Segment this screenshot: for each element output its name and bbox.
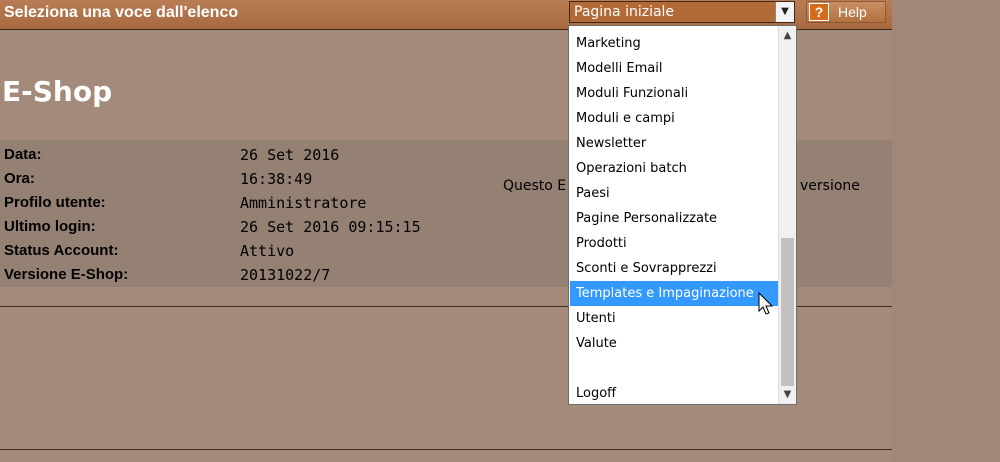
right-margin (892, 0, 1000, 462)
scroll-thumb[interactable] (781, 238, 794, 386)
info-row-account-status: Status Account: Attivo (0, 238, 500, 262)
info-value: 26 Set 2016 09:15:15 (240, 218, 421, 236)
info-value: 20131022/7 (240, 266, 331, 284)
chevron-down-icon[interactable]: ▼ (775, 2, 794, 22)
dropdown-item-discounts[interactable]: Sconti e Sovrapprezzi (570, 256, 778, 281)
info-row-last-login: Ultimo login: 26 Set 2016 09:15:15 (0, 214, 500, 238)
mouse-cursor-icon (758, 292, 774, 315)
info-row-time: Ora: 16:38:49 (0, 166, 500, 190)
dropdown-item-functional-modules[interactable]: Moduli Funzionali (570, 81, 778, 106)
info-label: Ultimo login: (4, 218, 96, 235)
question-mark-icon: ? (809, 3, 829, 21)
info-row-date: Data: 26 Set 2016 (0, 142, 500, 166)
info-value: Attivo (240, 242, 295, 260)
topbar-title: Seleziona una voce dall'elenco (4, 4, 239, 21)
info-value: 16:38:49 (240, 170, 313, 188)
page-select-value: Pagina iniziale (574, 4, 675, 20)
info-label: Ora: (4, 170, 35, 187)
scroll-up-arrow-icon[interactable]: ▲ (779, 27, 796, 44)
info-label: Status Account: (4, 242, 119, 259)
dropdown-item-blank[interactable] (570, 356, 778, 381)
page-select-dropdown[interactable]: Marketing Modelli Email Moduli Funzional… (568, 25, 797, 405)
info-label: Data: (4, 146, 42, 163)
page-title: E-Shop (2, 75, 113, 108)
dropdown-item-modules-fields[interactable]: Moduli e campi (570, 106, 778, 131)
dropdown-item-newsletter[interactable]: Newsletter (570, 131, 778, 156)
dropdown-item-email-templates[interactable]: Modelli Email (570, 56, 778, 81)
dropdown-item-users[interactable]: Utenti (570, 306, 778, 331)
help-label: Help (838, 4, 867, 20)
page-select[interactable]: Pagina iniziale ▼ (569, 1, 795, 23)
dropdown-item-custom-pages[interactable]: Pagine Personalizzate (570, 206, 778, 231)
dropdown-item-marketing[interactable]: Marketing (570, 31, 778, 56)
dropdown-item-batch-operations[interactable]: Operazioni batch (570, 156, 778, 181)
info-message-start: Questo E (503, 178, 567, 194)
dropdown-item-templates[interactable]: Templates e Impaginazione (570, 281, 778, 306)
divider (0, 449, 892, 450)
info-message-end: versione (800, 178, 860, 194)
dropdown-item-currencies[interactable]: Valute (570, 331, 778, 356)
help-button[interactable]: ? Help (806, 1, 886, 23)
info-row-profile: Profilo utente: Amministratore (0, 190, 500, 214)
dropdown-item-countries[interactable]: Paesi (570, 181, 778, 206)
info-label: Profilo utente: (4, 194, 106, 211)
info-label: Versione E-Shop: (4, 266, 129, 283)
info-value: Amministratore (240, 194, 367, 212)
info-value: 26 Set 2016 (240, 146, 340, 164)
dropdown-item-products[interactable]: Prodotti (570, 231, 778, 256)
dropdown-item-logoff[interactable]: Logoff (570, 381, 778, 406)
info-row-version: Versione E-Shop: 20131022/7 (0, 262, 500, 286)
scroll-down-arrow-icon[interactable]: ▼ (779, 386, 796, 403)
dropdown-scrollbar[interactable]: ▲ ▼ (778, 26, 796, 404)
